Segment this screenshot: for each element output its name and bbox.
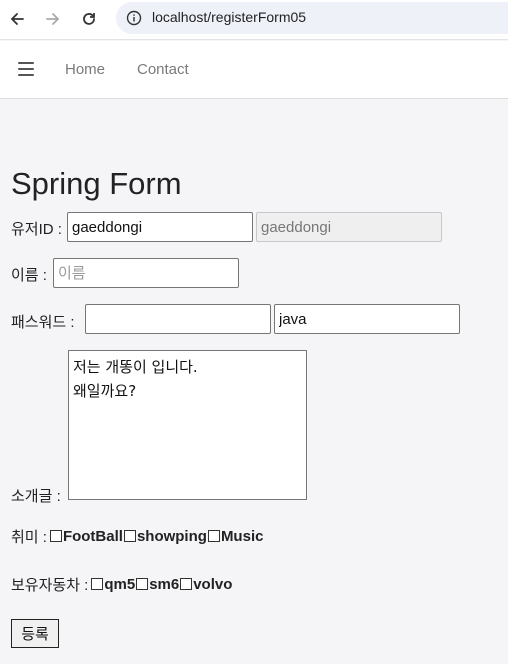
- page-title: Spring Form: [11, 166, 182, 201]
- car-volvo-label: volvo: [193, 576, 233, 593]
- password-text-input[interactable]: [274, 304, 460, 334]
- userid-readonly-input: [256, 212, 442, 242]
- reload-icon[interactable]: [78, 8, 100, 30]
- submit-button[interactable]: 등록: [11, 619, 59, 648]
- car-label: 보유자동차 :: [11, 577, 89, 594]
- userid-label: 유저ID :: [11, 221, 62, 238]
- url-text: localhost/registerForm05: [152, 9, 307, 25]
- intro-label: 소개글 :: [11, 488, 61, 505]
- menu-icon[interactable]: [18, 62, 34, 76]
- car-volvo-checkbox[interactable]: [180, 577, 193, 590]
- car-group: 보유자동차 : qm5 sm6 volvo: [11, 574, 233, 595]
- nav-home-link[interactable]: Home: [65, 61, 105, 78]
- intro-line-1: 저는 개똥이 입니다.: [73, 358, 198, 376]
- hobby-music-checkbox[interactable]: [207, 529, 220, 542]
- userid-input[interactable]: [67, 212, 253, 242]
- address-bar[interactable]: localhost/registerForm05: [116, 2, 508, 34]
- name-label: 이름 :: [11, 267, 47, 284]
- car-qm5-label: qm5: [104, 576, 136, 593]
- hobby-football-checkbox[interactable]: [49, 529, 62, 542]
- name-input[interactable]: [53, 258, 239, 288]
- car-qm5-checkbox[interactable]: [91, 577, 104, 590]
- intro-line-2: 왜일까요?: [73, 382, 137, 400]
- hobby-label: 취미 :: [11, 529, 47, 546]
- car-sm6-label: sm6: [149, 576, 180, 593]
- hobby-group: 취미 : FootBall showping Music: [11, 526, 264, 547]
- back-icon[interactable]: [6, 8, 28, 30]
- nav-contact-link[interactable]: Contact: [137, 61, 189, 78]
- hobby-music-label: Music: [220, 528, 264, 545]
- hobby-showping-checkbox[interactable]: [123, 529, 136, 542]
- site-info-icon[interactable]: [126, 10, 142, 26]
- site-navbar: Home Contact: [0, 41, 508, 99]
- car-sm6-checkbox[interactable]: [136, 577, 149, 590]
- password-input[interactable]: [85, 304, 271, 334]
- browser-toolbar: localhost/registerForm05: [0, 0, 508, 40]
- hobby-football-label: FootBall: [62, 528, 123, 545]
- hobby-showping-label: showping: [136, 528, 207, 545]
- intro-textarea[interactable]: 저는 개똥이 입니다. 왜일까요?: [68, 350, 307, 500]
- forward-icon[interactable]: [42, 8, 64, 30]
- password-label: 패스워드 :: [11, 314, 75, 331]
